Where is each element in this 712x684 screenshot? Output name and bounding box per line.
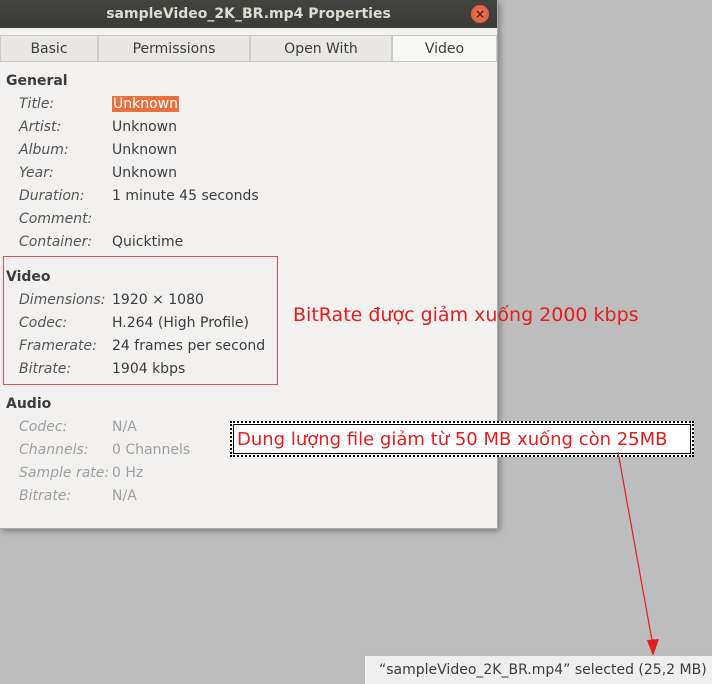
status-bar: “sampleVideo_2K_BR.mp4” selected (25,2 M… (364, 655, 712, 684)
arrow-line (617, 451, 654, 647)
annotation-arrow (617, 451, 659, 656)
arrow-head (647, 639, 659, 656)
status-text: “sampleVideo_2K_BR.mp4” selected (25,2 M… (379, 662, 707, 678)
